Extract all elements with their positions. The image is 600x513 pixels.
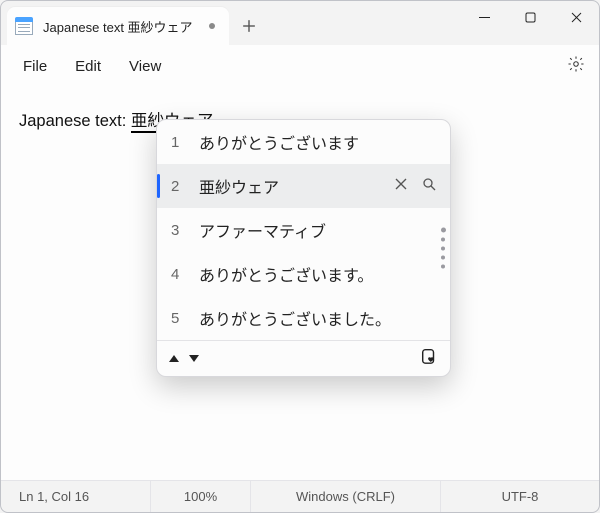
zoom-level[interactable]: 100% (151, 481, 251, 512)
settings-button[interactable] (561, 49, 591, 84)
ime-candidate-panel: 1 ありがとうございます 2 亜紗ウェア 3 アファーマティブ 4 ありがとうご… (156, 119, 451, 377)
ime-candidate-5[interactable]: 5 ありがとうございました。 (157, 296, 450, 340)
text-editor[interactable]: Japanese text: 亜紗ウェア 1 ありがとうございます 2 亜紗ウェ… (1, 87, 599, 480)
document-tab[interactable]: Japanese text 亜紗ウェア (7, 7, 229, 45)
menu-edit[interactable]: Edit (61, 52, 115, 81)
search-candidate-icon[interactable] (422, 177, 436, 196)
ime-candidate-2[interactable]: 2 亜紗ウェア (157, 164, 450, 208)
editor-text: Japanese text: (19, 112, 131, 130)
unsaved-indicator-icon (209, 23, 215, 29)
ime-toolbar (157, 340, 450, 376)
minimize-button[interactable] (461, 1, 507, 33)
close-button[interactable] (553, 1, 599, 33)
line-ending[interactable]: Windows (CRLF) (251, 481, 441, 512)
tab-title: Japanese text 亜紗ウェア (43, 17, 193, 36)
ime-candidate-1[interactable]: 1 ありがとうございます (157, 120, 450, 164)
scroll-indicator-icon (441, 228, 446, 269)
cursor-position: Ln 1, Col 16 (1, 481, 151, 512)
dismiss-candidate-icon[interactable] (394, 177, 408, 196)
statusbar: Ln 1, Col 16 100% Windows (CRLF) UTF-8 (1, 480, 599, 512)
page-down-icon[interactable] (189, 355, 199, 362)
ime-candidate-4[interactable]: 4 ありがとうございます。 (157, 252, 450, 296)
titlebar: Japanese text 亜紗ウェア (1, 1, 599, 45)
clipboard-favorite-icon[interactable] (420, 347, 438, 370)
menu-file[interactable]: File (9, 52, 61, 81)
page-up-icon[interactable] (169, 355, 179, 362)
menubar: File Edit View (1, 45, 599, 87)
notepad-icon (15, 17, 33, 35)
menu-view[interactable]: View (115, 52, 175, 81)
window-controls (461, 1, 599, 33)
encoding[interactable]: UTF-8 (441, 481, 599, 512)
ime-candidate-3[interactable]: 3 アファーマティブ (157, 208, 450, 252)
maximize-button[interactable] (507, 1, 553, 33)
new-tab-button[interactable] (229, 7, 269, 45)
